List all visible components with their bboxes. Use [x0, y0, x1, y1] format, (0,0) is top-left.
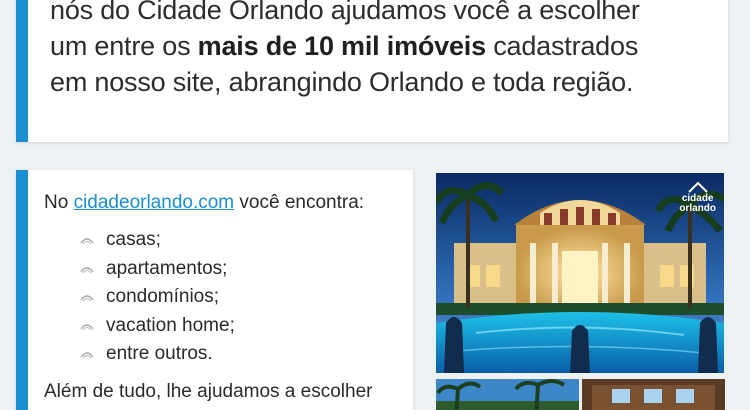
arc-bullet-icon	[80, 324, 94, 331]
intro-line-3: em nosso site, abrangindo Orlando e toda…	[50, 67, 634, 97]
list-item-label: entre outros.	[106, 343, 213, 364]
list-item-label: casas;	[106, 229, 161, 250]
list-item: entre outros.	[80, 340, 413, 369]
intro-paragraph: nós do Cidade Orlando ajudamos você a es…	[50, 0, 728, 100]
intro-card: nós do Cidade Orlando ajudamos você a es…	[16, 0, 728, 142]
list-item: apartamentos;	[80, 255, 413, 284]
list-item-label: condomínios;	[106, 286, 220, 307]
thumbnail-photo-1[interactable]	[436, 379, 579, 410]
arc-bullet-icon	[80, 295, 94, 302]
brand-logo: cidade orlando	[679, 181, 716, 214]
brand-line-2: orlando	[679, 203, 716, 214]
offer-lead: No cidadeorlando.com você encontra:	[44, 190, 413, 216]
site-link[interactable]: cidadeorlando.com	[74, 192, 235, 213]
list-item: vacation home;	[80, 312, 413, 341]
arc-bullet-icon	[80, 238, 94, 245]
arc-bullet-icon	[80, 352, 94, 359]
list-item-label: apartamentos;	[106, 257, 228, 279]
intro-line-2-end: cadastrados	[485, 31, 639, 61]
intro-highlight: mais de 10 mil imóveis	[197, 31, 486, 61]
list-item: casas;	[80, 226, 413, 255]
intro-line-2-start: um entre os	[50, 31, 198, 61]
arc-bullet-icon	[80, 267, 94, 274]
offer-closing: Além de tudo, lhe ajudamos a escolher	[44, 380, 373, 402]
offer-lead-end: você encontra:	[234, 192, 365, 213]
mansion-pool-photo[interactable]: cidade orlando	[436, 173, 724, 373]
roof-icon	[687, 181, 708, 193]
offer-lead-start: No	[44, 192, 74, 213]
intro-line-1: nós do Cidade Orlando ajudamos você a es…	[50, 0, 640, 25]
offer-card: No cidadeorlando.com você encontra: casa…	[16, 170, 413, 410]
feature-list: casas; apartamentos; condomínios; vacati…	[44, 226, 413, 369]
list-item: condomínios;	[80, 283, 413, 312]
list-item-label: vacation home;	[106, 314, 235, 336]
thumbnail-photo-2[interactable]	[582, 379, 725, 410]
interior-thumbnail	[582, 379, 725, 410]
tropical-thumbnail	[436, 379, 579, 410]
